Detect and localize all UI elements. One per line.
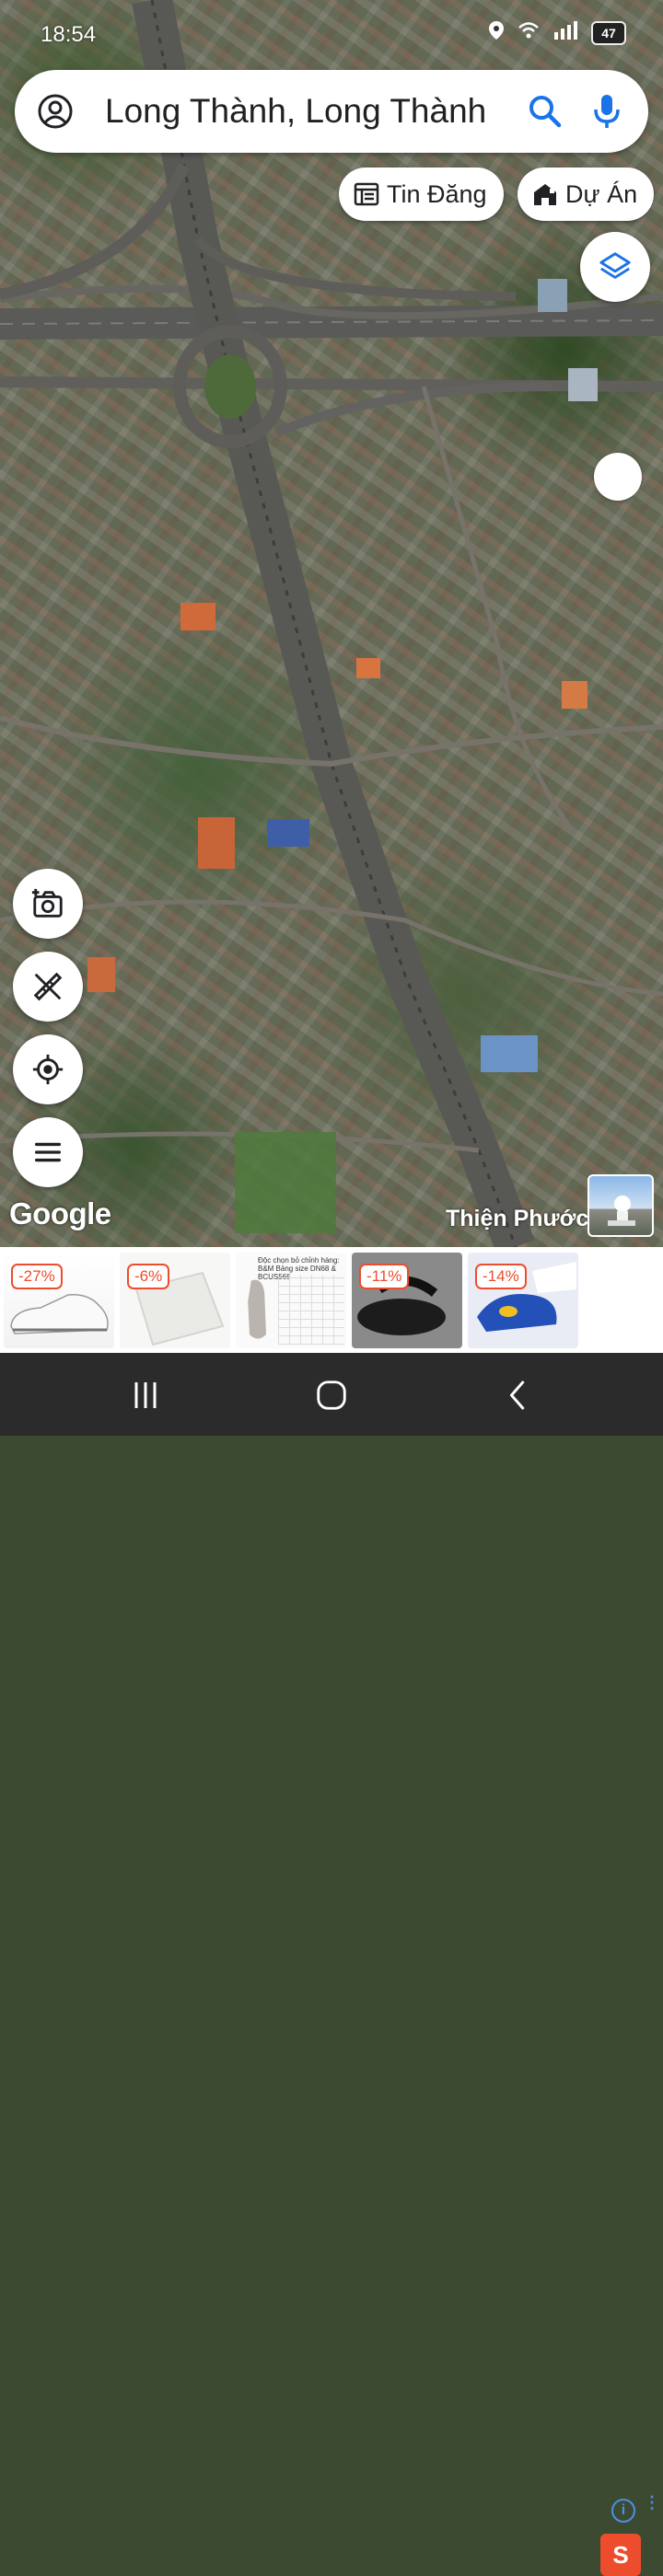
search-query[interactable]: Long Thành, Long Thành bbox=[105, 92, 527, 131]
search-icon[interactable] bbox=[527, 93, 564, 130]
ad-item[interactable]: -27% bbox=[4, 1253, 114, 1348]
signal-icon bbox=[552, 21, 578, 45]
add-photo-button[interactable] bbox=[13, 869, 83, 939]
chip-label: Dự Án bbox=[565, 179, 638, 208]
building-icon bbox=[534, 184, 556, 205]
add-photo-icon bbox=[31, 888, 63, 918]
wifi-icon bbox=[518, 21, 540, 45]
search-bar[interactable]: Long Thành, Long Thành bbox=[15, 70, 648, 153]
my-location-button[interactable] bbox=[13, 1034, 83, 1104]
status-bar: 18:54 47 bbox=[0, 0, 663, 64]
discount-badge: -14% bbox=[475, 1264, 527, 1289]
menu-icon bbox=[34, 1142, 62, 1162]
discount-badge: -27% bbox=[11, 1264, 63, 1289]
chip-du-an[interactable]: Dự Án bbox=[518, 167, 655, 221]
place-label[interactable]: Thiện Phước bbox=[446, 1206, 588, 1232]
ad-item[interactable]: -14% bbox=[468, 1253, 578, 1348]
account-circle-icon[interactable] bbox=[37, 93, 74, 130]
recent-apps-icon[interactable] bbox=[118, 1375, 173, 1415]
layers-button[interactable] bbox=[580, 232, 650, 302]
google-attribution: Google bbox=[9, 1196, 111, 1230]
status-time: 18:54 bbox=[41, 22, 97, 47]
ad-item[interactable]: -11% bbox=[352, 1253, 462, 1348]
layers-icon bbox=[599, 252, 631, 279]
microphone-icon[interactable] bbox=[591, 93, 622, 130]
place-photo-thumbnail[interactable] bbox=[587, 1174, 654, 1237]
more-options-icon[interactable]: ⋮ bbox=[644, 2494, 660, 2511]
battery-icon: 47 bbox=[591, 21, 626, 45]
shopee-icon[interactable]: S bbox=[600, 2534, 641, 2576]
floating-dot-button[interactable] bbox=[594, 453, 642, 501]
measure-tool-icon bbox=[33, 972, 63, 1001]
home-icon[interactable] bbox=[304, 1375, 359, 1415]
info-icon[interactable]: i bbox=[611, 2499, 635, 2523]
discount-badge: -6% bbox=[127, 1264, 170, 1289]
menu-button[interactable] bbox=[13, 1117, 83, 1187]
measure-tool-button[interactable] bbox=[13, 952, 83, 1022]
system-nav-bar bbox=[0, 1353, 663, 1436]
listing-icon bbox=[354, 182, 379, 206]
chip-tin-dang[interactable]: Tin Đăng bbox=[339, 167, 504, 221]
location-icon bbox=[488, 20, 505, 46]
discount-badge: -11% bbox=[359, 1264, 410, 1289]
my-location-icon bbox=[32, 1054, 64, 1085]
ad-banner[interactable]: -27% -6% Độc chọn bỏ chỉnh hàng: B&M Bản… bbox=[0, 1247, 663, 2576]
chip-label: Tin Đăng bbox=[387, 179, 487, 208]
back-icon[interactable] bbox=[490, 1375, 545, 1415]
ad-item[interactable]: Độc chọn bỏ chỉnh hàng: B&M Bảng size DN… bbox=[236, 1253, 346, 1348]
ad-item[interactable]: -6% bbox=[120, 1253, 230, 1348]
